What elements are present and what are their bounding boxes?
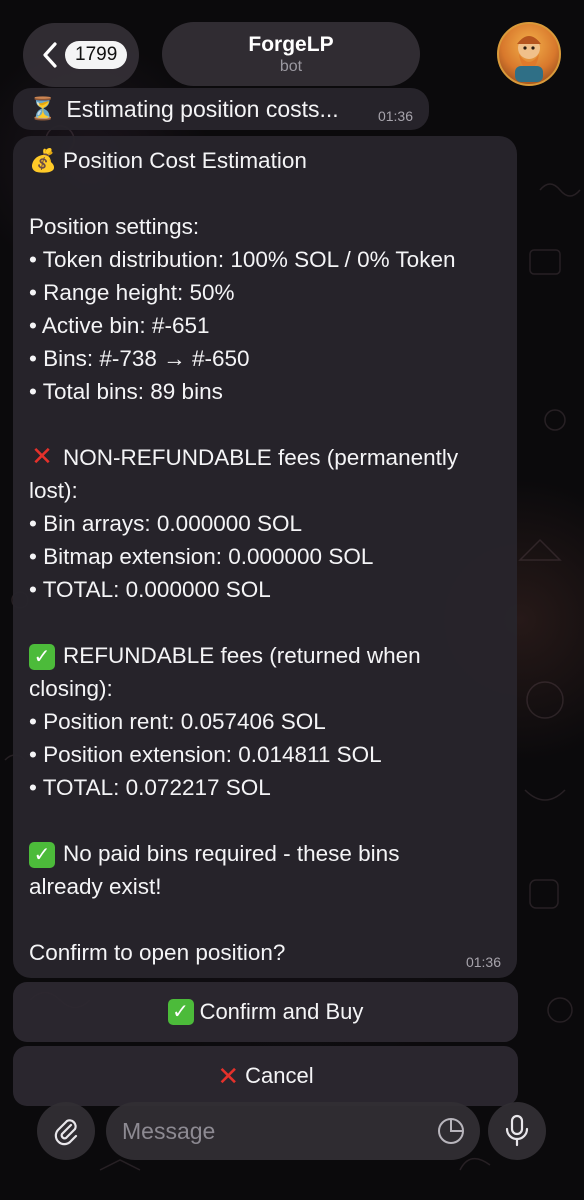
bin-arrays-fee: • Bin arrays: 0.000000 SOL <box>29 511 303 536</box>
cost-estimation-message: 💰 Position Cost Estimation Position setti… <box>13 136 517 978</box>
position-rent: • Position rent: 0.057406 SOL <box>29 709 326 734</box>
paperclip-icon <box>54 1119 78 1146</box>
chat-screen: 1799 ForgeLP bot ⏳ Estimating position c… <box>0 0 584 1200</box>
message-title: Position Cost Estimation <box>63 148 307 173</box>
confirm-and-buy-button[interactable]: ✓ Confirm and Buy <box>13 982 518 1042</box>
message-input[interactable] <box>122 1117 422 1145</box>
check-mark-icon: ✓ <box>29 842 55 868</box>
hourglass-icon: ⏳ <box>29 96 57 121</box>
unread-count-badge: 1799 <box>65 41 128 69</box>
paid-bins-text: No paid bins required - these bins <box>63 841 400 866</box>
total-bins: • Total bins: 89 bins <box>29 379 223 404</box>
refundable-total: • TOTAL: 0.072217 SOL <box>29 775 271 800</box>
chevron-left-icon <box>43 42 57 68</box>
cross-mark-icon: ✕ <box>31 441 53 471</box>
bot-avatar-image <box>515 36 543 82</box>
sticker-icon[interactable] <box>436 1116 466 1146</box>
refundable-header-cont: closing): <box>29 676 113 701</box>
attach-button[interactable] <box>37 1102 95 1160</box>
confirm-and-buy-label: Confirm and Buy <box>199 999 364 1024</box>
paid-bins-note-cont: already exist! <box>29 874 162 899</box>
refundable-header: ✓ REFUNDABLE fees (returned when <box>29 639 421 672</box>
message-time: 01:36 <box>377 108 413 124</box>
microphone-icon <box>505 1114 529 1147</box>
settings-header: Position settings: <box>29 214 200 239</box>
check-mark-icon: ✓ <box>29 644 55 670</box>
chat-title[interactable]: ForgeLP bot <box>162 22 420 86</box>
nonrefundable-header: ✕ NON-REFUNDABLE fees (permanently <box>29 441 458 474</box>
bins-range: • Bins: #-738 → #-650 <box>29 346 250 371</box>
nonrefundable-total: • TOTAL: 0.000000 SOL <box>29 577 271 602</box>
message-composer <box>106 1102 480 1160</box>
bot-avatar[interactable] <box>497 22 561 86</box>
chat-name: ForgeLP <box>248 33 334 56</box>
range-height: • Range height: 50% <box>29 280 235 305</box>
cancel-button[interactable]: ✕ Cancel <box>13 1046 518 1106</box>
message-title-line: 💰 Position Cost Estimation <box>29 144 307 177</box>
check-mark-icon: ✓ <box>167 999 194 1025</box>
cancel-label: Cancel <box>245 1063 314 1088</box>
nonrefundable-header-text: NON-REFUNDABLE fees (permanently <box>63 445 459 470</box>
token-distribution: • Token distribution: 100% SOL / 0% Toke… <box>29 247 456 272</box>
bitmap-extension-fee: • Bitmap extension: 0.000000 SOL <box>29 544 374 569</box>
position-extension: • Position extension: 0.014811 SOL <box>29 742 382 767</box>
confirm-question: Confirm to open position? <box>29 940 286 965</box>
home-indicator <box>222 1186 362 1191</box>
chat-subtitle: bot <box>279 58 303 75</box>
money-bag-icon: 💰 <box>29 148 58 173</box>
nonrefundable-header-cont: lost): <box>29 478 78 503</box>
back-button[interactable]: 1799 <box>23 23 139 87</box>
cross-mark-icon: ✕ <box>217 1061 240 1091</box>
voice-message-button[interactable] <box>488 1102 546 1160</box>
active-bin: • Active bin: #-651 <box>29 313 210 338</box>
message-time: 01:36 <box>465 954 501 970</box>
paid-bins-note: ✓ No paid bins required - these bins <box>29 837 399 870</box>
status-message: ⏳ Estimating position costs... 01:36 <box>13 88 429 130</box>
status-text: Estimating position costs... <box>66 95 339 122</box>
refundable-header-text: REFUNDABLE fees (returned when <box>63 643 421 668</box>
